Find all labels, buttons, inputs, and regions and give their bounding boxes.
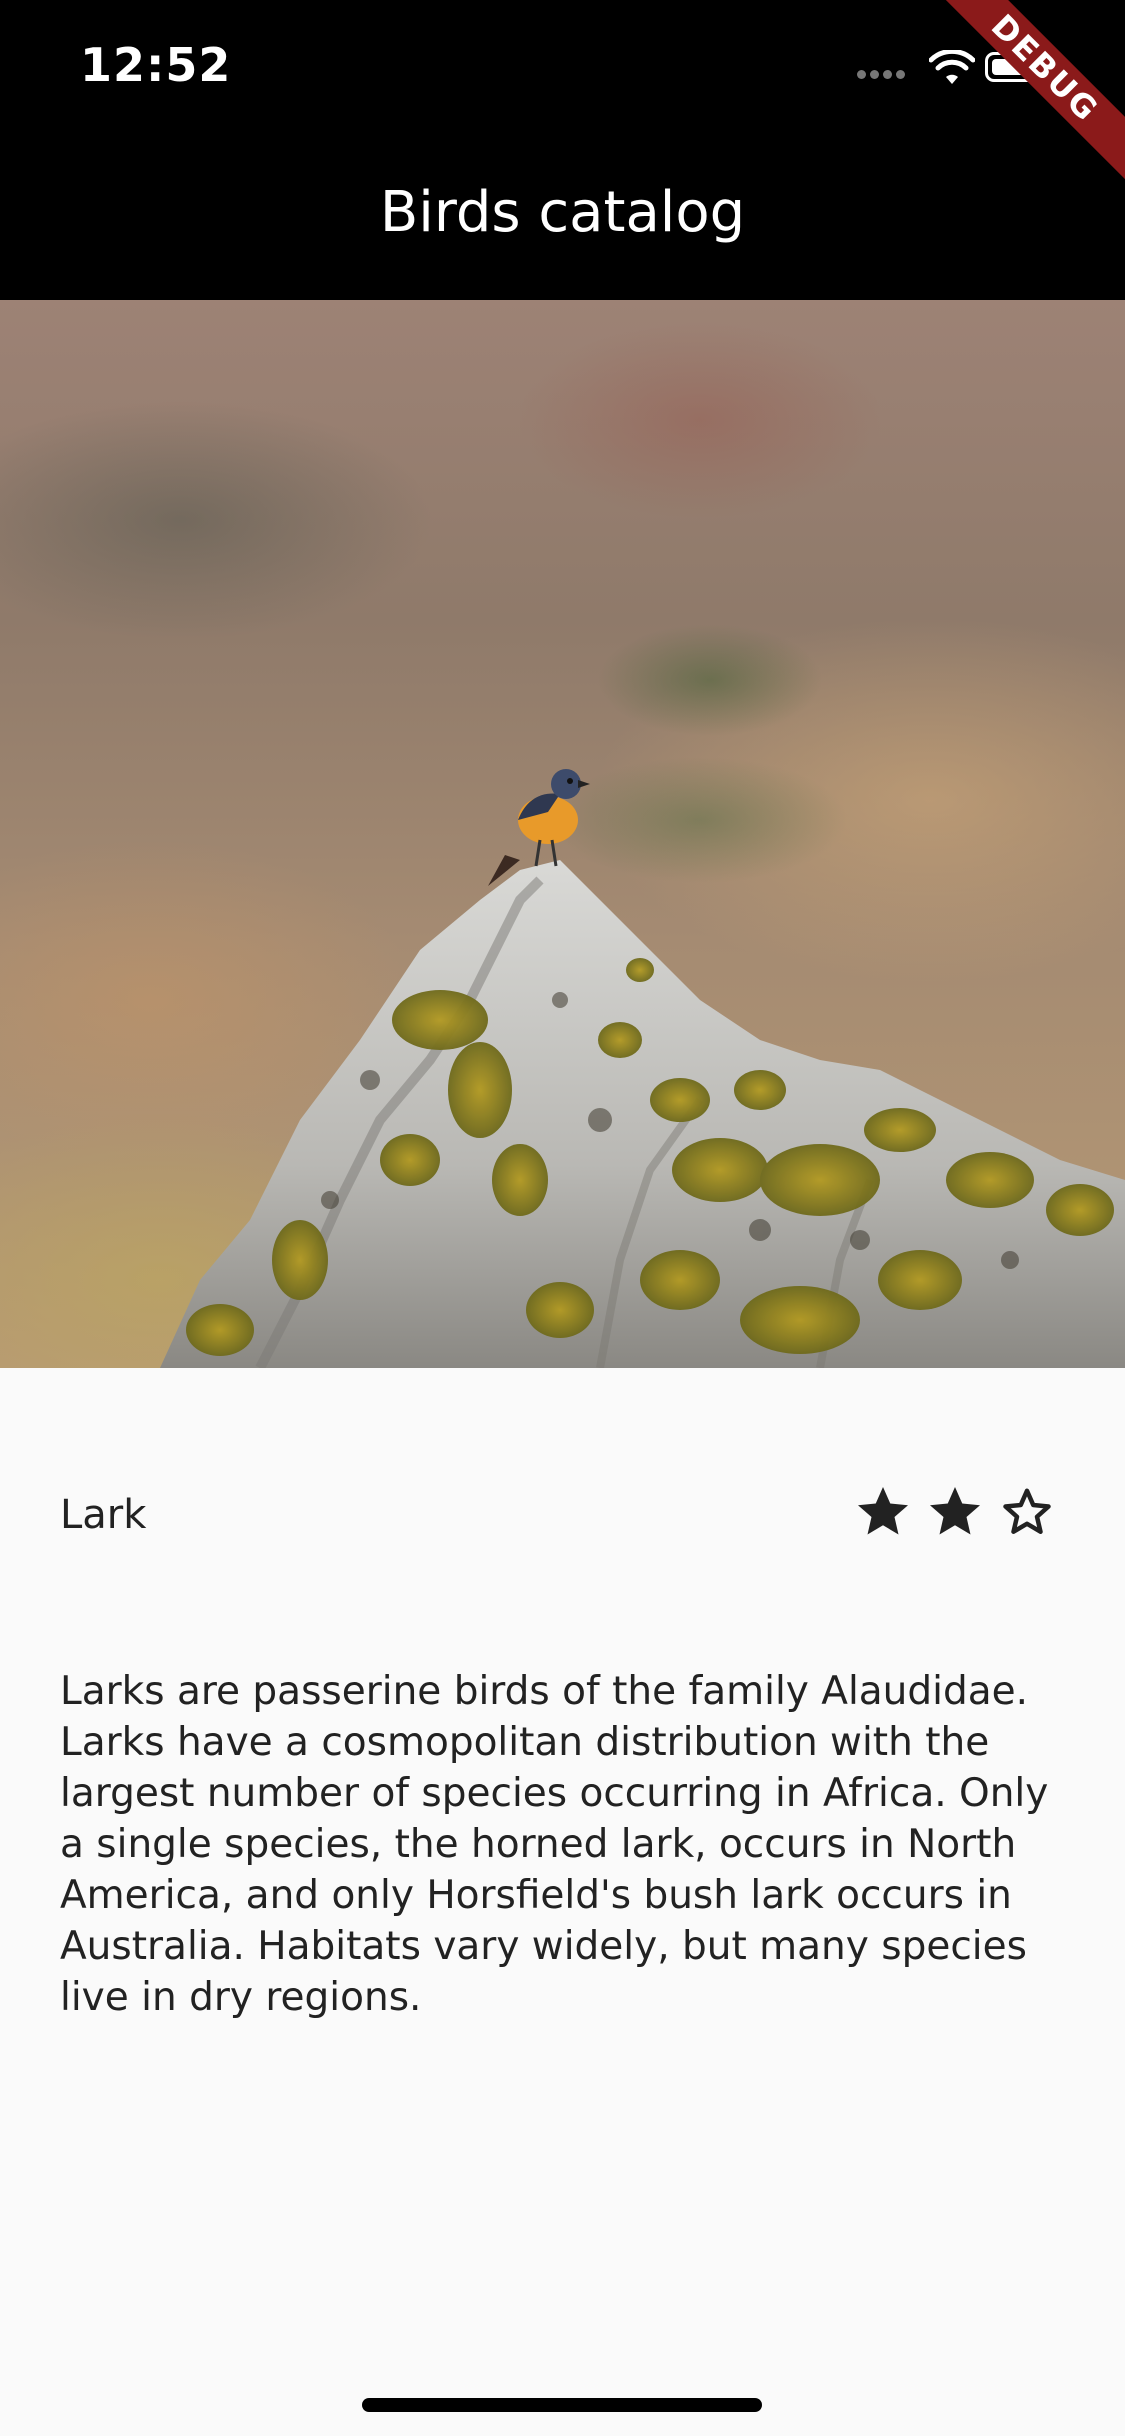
star-filled-icon[interactable]: [853, 1482, 913, 1542]
status-time: 12:52: [80, 38, 232, 92]
home-indicator[interactable]: [362, 2398, 762, 2412]
star-outline-icon[interactable]: [997, 1482, 1057, 1542]
hero-image: [0, 300, 1125, 1368]
hero-illustration: [160, 769, 1125, 1368]
bird-name: Lark: [60, 1492, 147, 1538]
status-bar: 12:52: [0, 0, 1125, 140]
app-title: Birds catalog: [379, 180, 746, 245]
app-bar: Birds catalog: [0, 140, 1125, 300]
bird-description: Larks are passerine birds of the family …: [60, 1669, 1061, 2020]
rating[interactable]: [853, 1482, 1057, 1542]
signal-icon: [857, 64, 911, 79]
star-filled-icon[interactable]: [925, 1482, 985, 1542]
wifi-icon: [928, 48, 976, 90]
